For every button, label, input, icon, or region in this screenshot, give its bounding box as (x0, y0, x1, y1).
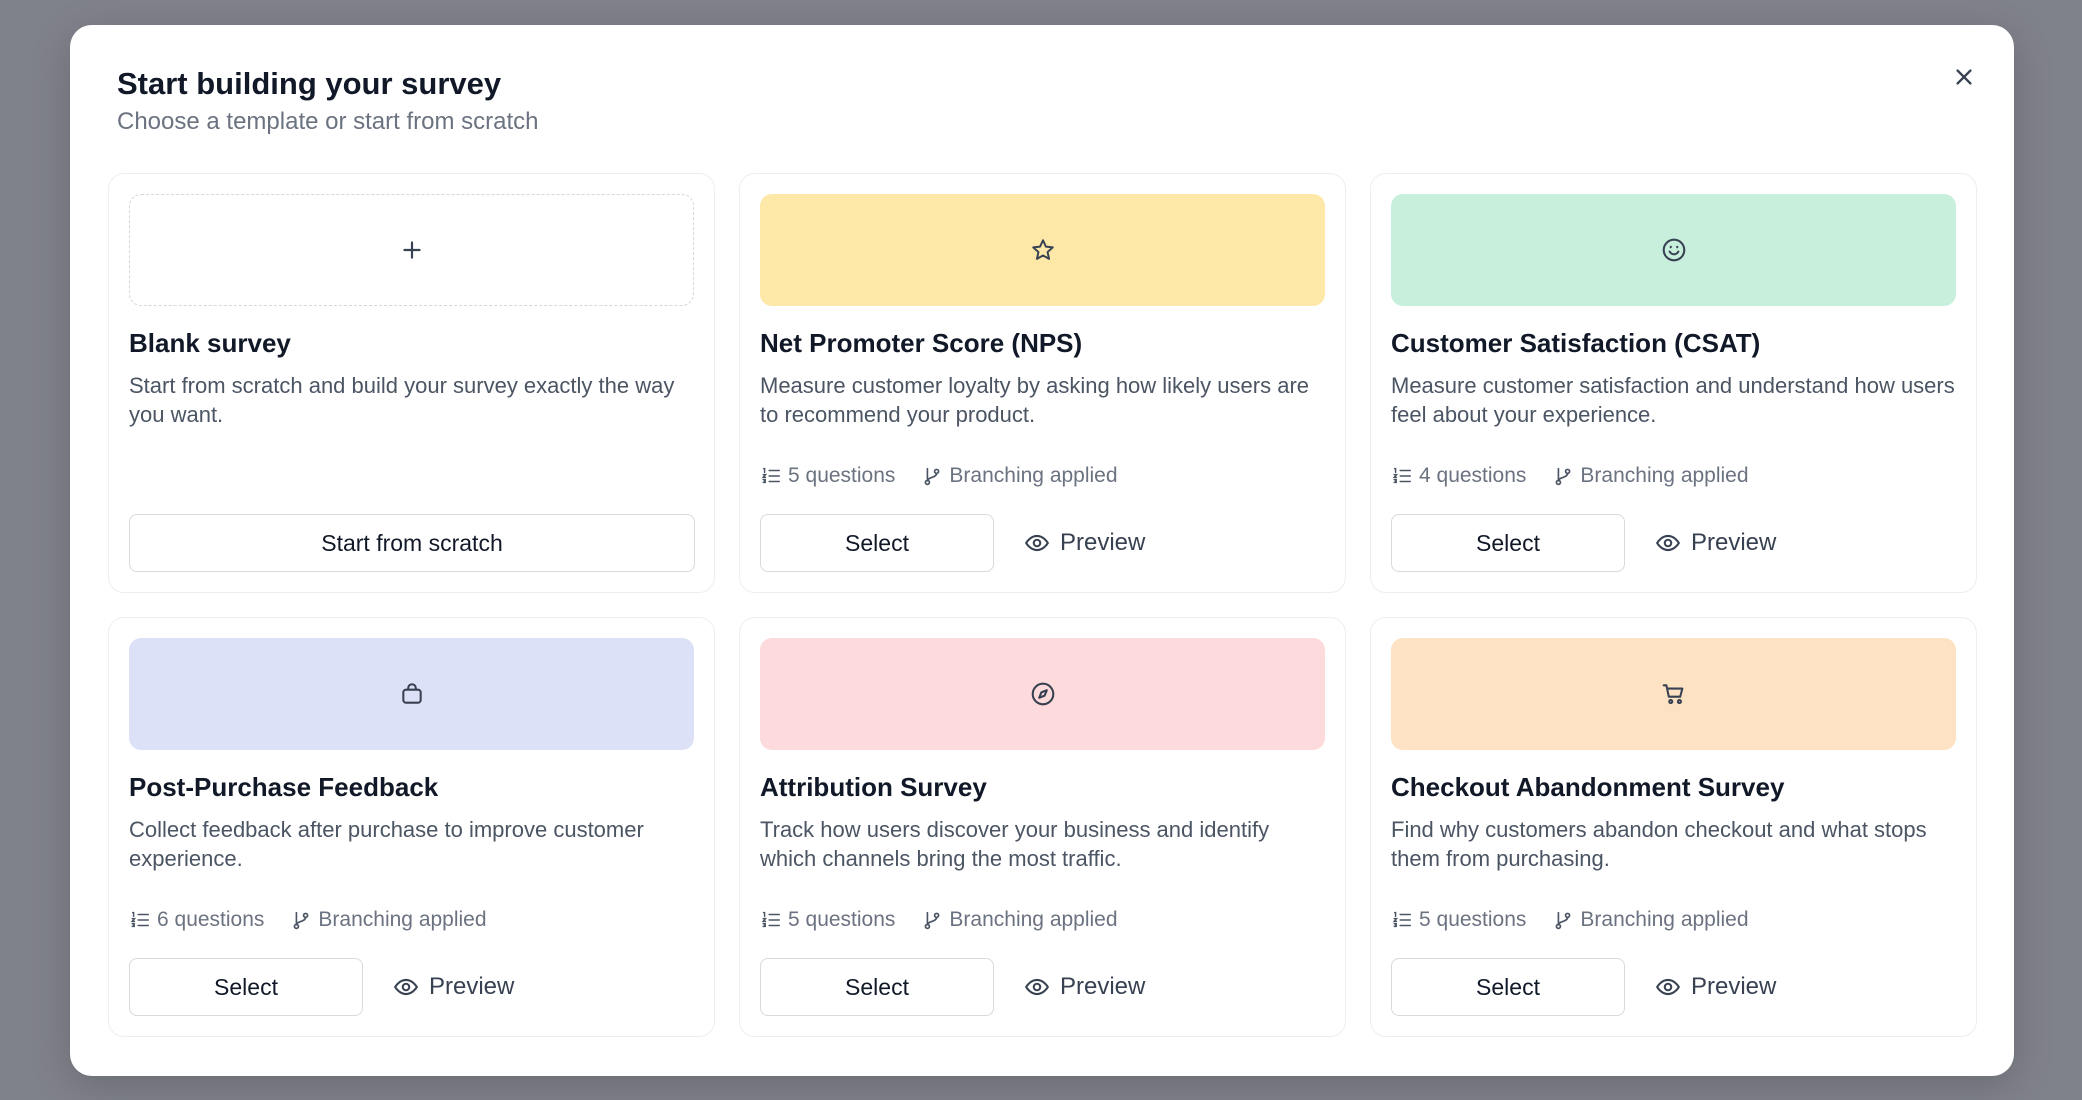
question-count-label: 5 questions (788, 464, 896, 487)
modal-header: Start building your survey Choose a temp… (117, 65, 539, 136)
card-title: Checkout Abandonment Survey (1391, 772, 1785, 802)
git-branch-icon (924, 467, 940, 486)
branching-label: Branching applied (949, 464, 1118, 487)
question-count-label: 4 questions (1419, 464, 1527, 487)
card-title: Post-Purchase Feedback (129, 772, 439, 802)
blank-banner[interactable] (129, 194, 694, 306)
smile-icon (1662, 238, 1685, 262)
template-card-post-purchase: Post-Purchase Feedback Collect feedback … (108, 617, 715, 1037)
preview-label: Preview (429, 973, 515, 1000)
preview-button[interactable]: Preview (1024, 973, 1145, 1001)
star-icon (1031, 239, 1054, 260)
card-description: Track how users discover your business a… (760, 817, 1270, 872)
branching-label: Branching applied (949, 908, 1118, 931)
close-icon (1956, 69, 1972, 85)
branching-status: Branching applied (1552, 908, 1749, 932)
eye-icon (1655, 534, 1681, 552)
template-card-attribution: Attribution Survey Track how users disco… (739, 617, 1346, 1037)
preview-label: Preview (1060, 973, 1146, 1000)
card-description: Find why customers abandon checkout and … (1391, 817, 1927, 872)
attribution-banner (760, 638, 1325, 750)
shopping-bag-icon (401, 683, 422, 704)
start-from-scratch-button[interactable]: Start from scratch (129, 514, 695, 572)
preview-label: Preview (1691, 973, 1777, 1000)
card-meta: 5 questions Branching applied (760, 464, 1144, 488)
template-grid: Blank survey Start from scratch and buil… (108, 173, 1977, 1037)
shopping-cart-icon (1662, 684, 1683, 705)
question-count-label: 6 questions (157, 908, 265, 931)
git-branch-icon (1555, 911, 1571, 930)
compass-icon (1031, 682, 1054, 706)
card-meta: 5 questions Branching applied (760, 908, 1144, 932)
checkout-banner (1391, 638, 1956, 750)
modal-title: Start building your survey (117, 66, 502, 101)
plus-icon (402, 241, 421, 259)
template-card-checkout: Checkout Abandonment Survey Find why cus… (1370, 617, 1977, 1037)
git-branch-icon (293, 911, 309, 930)
card-title: Blank survey (129, 328, 291, 358)
list-ordered-icon (1392, 467, 1411, 484)
card-meta: 4 questions Branching applied (1391, 464, 1775, 488)
card-description: Collect feedback after purchase to impro… (129, 817, 644, 872)
template-modal: Start building your survey Choose a temp… (70, 25, 2014, 1076)
select-button[interactable]: Select (1391, 958, 1625, 1016)
card-description: Measure customer satisfaction and unders… (1391, 373, 1955, 428)
modal-subtitle: Choose a template or start from scratch (117, 108, 539, 136)
list-ordered-icon (130, 911, 149, 928)
branching-label: Branching applied (1580, 908, 1749, 931)
question-count: 5 questions (760, 908, 895, 932)
list-ordered-icon (761, 911, 780, 928)
git-branch-icon (924, 911, 940, 930)
question-count-label: 5 questions (1419, 908, 1527, 931)
template-card-blank: Blank survey Start from scratch and buil… (108, 173, 715, 593)
csat-banner (1391, 194, 1956, 306)
card-description: Start from scratch and build your survey… (129, 373, 675, 428)
git-branch-icon (1555, 467, 1571, 486)
nps-banner (760, 194, 1325, 306)
card-description: Measure customer loyalty by asking how l… (760, 373, 1310, 428)
eye-icon (1024, 978, 1050, 996)
question-count: 5 questions (760, 464, 895, 488)
card-meta: 5 questions Branching applied (1391, 908, 1775, 932)
branching-label: Branching applied (318, 908, 487, 931)
select-button[interactable]: Select (129, 958, 363, 1016)
question-count-label: 5 questions (788, 908, 896, 931)
branching-status: Branching applied (1552, 464, 1749, 488)
question-count: 6 questions (129, 908, 264, 932)
card-title: Attribution Survey (760, 772, 987, 802)
select-button[interactable]: Select (760, 958, 994, 1016)
list-ordered-icon (761, 467, 780, 484)
branching-label: Branching applied (1580, 464, 1749, 487)
card-title: Customer Satisfaction (CSAT) (1391, 328, 1761, 358)
question-count: 4 questions (1391, 464, 1526, 488)
preview-label: Preview (1060, 529, 1146, 556)
preview-button[interactable]: Preview (1655, 529, 1776, 557)
preview-button[interactable]: Preview (393, 973, 514, 1001)
question-count: 5 questions (1391, 908, 1526, 932)
list-ordered-icon (1392, 911, 1411, 928)
card-title: Net Promoter Score (NPS) (760, 328, 1083, 358)
template-card-nps: Net Promoter Score (NPS) Measure custome… (739, 173, 1346, 593)
branching-status: Branching applied (290, 908, 487, 932)
preview-label: Preview (1691, 529, 1777, 556)
select-button[interactable]: Select (760, 514, 994, 572)
preview-button[interactable]: Preview (1024, 529, 1145, 557)
branching-status: Branching applied (921, 908, 1118, 932)
template-card-csat: Customer Satisfaction (CSAT) Measure cus… (1370, 173, 1977, 593)
post-purchase-banner (129, 638, 694, 750)
select-button[interactable]: Select (1391, 514, 1625, 572)
eye-icon (1024, 534, 1050, 552)
close-button[interactable] (1944, 57, 1984, 97)
card-meta: 6 questions Branching applied (129, 908, 513, 932)
preview-button[interactable]: Preview (1655, 973, 1776, 1001)
branching-status: Branching applied (921, 464, 1118, 488)
eye-icon (393, 978, 419, 996)
eye-icon (1655, 978, 1681, 996)
